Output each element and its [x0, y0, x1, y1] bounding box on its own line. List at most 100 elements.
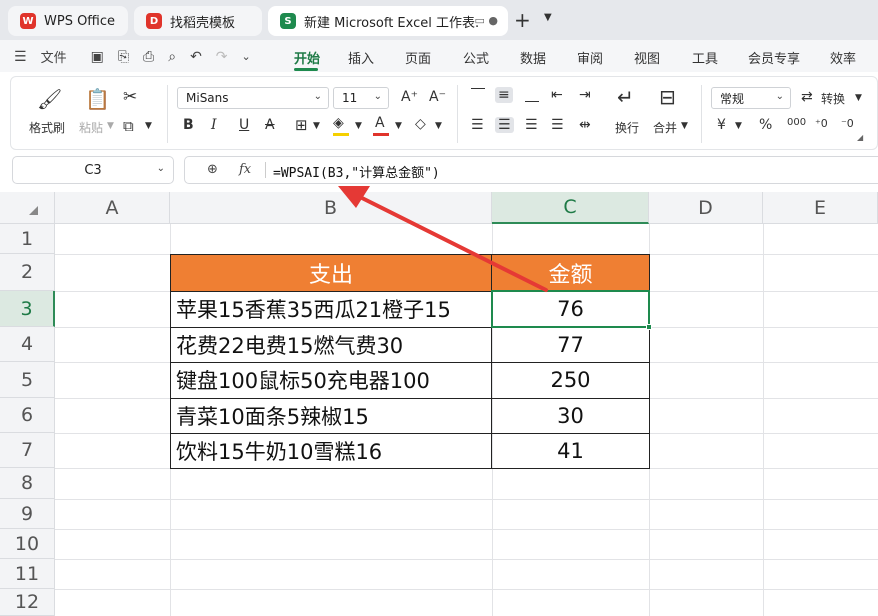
tab-wps-office[interactable]: W WPS Office	[8, 6, 128, 36]
fill-color-icon[interactable]: ◈	[333, 115, 349, 136]
menu-file[interactable]: 文件	[41, 47, 67, 66]
formula-bar[interactable]: ⊕ fx =WPSAI(B3,"计算总金额")	[184, 156, 878, 184]
table-cell[interactable]: 77	[492, 327, 649, 362]
paste-icon[interactable]: 📋	[85, 87, 110, 111]
row-header-8[interactable]: 8	[0, 468, 55, 499]
convert-label[interactable]: 转换	[821, 90, 845, 107]
align-middle-icon[interactable]: ≡	[495, 87, 513, 103]
new-tab-plus-icon[interactable]: +	[514, 8, 531, 32]
table-cell[interactable]: 键盘100鼠标50充电器100	[170, 362, 492, 398]
tab-tools[interactable]: 工具	[692, 48, 718, 67]
row-header-10[interactable]: 10	[0, 529, 55, 559]
underline-icon[interactable]: U	[239, 117, 249, 133]
tab-review[interactable]: 审阅	[577, 48, 603, 67]
font-color-icon[interactable]: A	[373, 115, 389, 136]
column-header-b[interactable]: B	[170, 192, 492, 224]
chevron-down-icon[interactable]: ▼	[107, 121, 114, 131]
align-bottom-icon[interactable]: ⎽	[525, 87, 539, 103]
column-header-e[interactable]: E	[763, 192, 878, 224]
cut-icon[interactable]: ✂	[123, 87, 137, 107]
thousands-separator-icon[interactable]: 000	[787, 117, 806, 128]
save-icon[interactable]: ▣	[91, 49, 104, 65]
tab-page[interactable]: 页面	[405, 48, 431, 67]
active-cell-selection[interactable]	[491, 290, 650, 328]
name-box[interactable]: C3 ⌄	[12, 156, 174, 184]
chevron-down-icon[interactable]: ▼	[145, 121, 152, 131]
tab-member[interactable]: 会员专享	[748, 48, 800, 67]
row-header-7[interactable]: 7	[0, 433, 55, 468]
row-header-9[interactable]: 9	[0, 499, 55, 529]
distribute-icon[interactable]: ⇹	[579, 117, 591, 133]
decrease-decimal-icon[interactable]: ⁻0	[841, 117, 854, 130]
increase-font-icon[interactable]: A⁺	[401, 89, 418, 105]
tab-data[interactable]: 数据	[520, 48, 546, 67]
paste-label[interactable]: 粘贴	[79, 119, 103, 136]
export-icon[interactable]: ⎘	[118, 49, 129, 65]
column-header-d[interactable]: D	[649, 192, 763, 224]
row-header-5[interactable]: 5	[0, 362, 55, 398]
decrease-font-icon[interactable]: A⁻	[429, 89, 446, 105]
wrap-text-icon[interactable]: ↵	[617, 85, 634, 109]
print-preview-icon[interactable]: ⌕	[168, 49, 176, 65]
font-size-select[interactable]: 11 ⌄	[333, 87, 389, 109]
font-name-select[interactable]: MiSans ⌄	[177, 87, 329, 109]
wrap-text-label[interactable]: 换行	[615, 119, 639, 136]
row-header-11[interactable]: 11	[0, 559, 55, 589]
table-cell[interactable]: 250	[492, 362, 649, 398]
align-left-icon[interactable]: ☰	[471, 117, 484, 133]
strikethrough-icon[interactable]: A	[265, 117, 275, 133]
table-cell[interactable]: 饮料15牛奶10雪糕16	[170, 433, 492, 468]
increase-decimal-icon[interactable]: ⁺0	[815, 117, 828, 130]
number-format-select[interactable]: 常规 ⌄	[711, 87, 791, 109]
chevron-down-icon[interactable]: ▼	[313, 121, 320, 131]
copy-icon[interactable]: ⧉	[123, 117, 134, 135]
hamburger-menu-icon[interactable]: ☰	[14, 49, 27, 65]
chevron-down-icon[interactable]: ▼	[544, 12, 552, 23]
table-header-cell[interactable]: 支出	[170, 254, 492, 291]
border-icon[interactable]: ⊞	[295, 116, 308, 134]
justify-icon[interactable]: ☰	[551, 117, 564, 133]
bold-icon[interactable]: B	[183, 117, 194, 133]
chevron-down-icon[interactable]: ▼	[395, 121, 402, 131]
tab-insert[interactable]: 插入	[348, 48, 374, 67]
table-cell[interactable]: 青菜10面条5辣椒15	[170, 398, 492, 433]
zoom-icon[interactable]: ⊕	[207, 162, 218, 177]
column-header-c[interactable]: C	[492, 192, 649, 224]
chevron-down-icon[interactable]: ⌄	[242, 50, 251, 63]
align-right-icon[interactable]: ☰	[525, 117, 538, 133]
row-header-3[interactable]: 3	[0, 291, 55, 327]
column-header-a[interactable]: A	[55, 192, 170, 224]
fill-handle[interactable]	[646, 324, 652, 330]
undo-icon[interactable]: ↶	[190, 49, 202, 65]
table-cell[interactable]: 30	[492, 398, 649, 433]
select-all-corner[interactable]	[0, 192, 55, 224]
currency-icon[interactable]: ¥	[717, 117, 726, 133]
tab-excel-workbook[interactable]: S 新建 Microsoft Excel 工作表. ▭ ●	[268, 6, 508, 36]
row-header-12[interactable]: 12	[0, 589, 55, 616]
table-cell[interactable]: 苹果15香蕉35西瓜21橙子15	[170, 291, 492, 327]
indent-decrease-icon[interactable]: ⇤	[551, 87, 563, 103]
expand-dialog-icon[interactable]: ◢	[857, 133, 863, 142]
chevron-down-icon[interactable]: ▼	[735, 121, 742, 131]
convert-icon[interactable]: ⇄	[801, 89, 813, 105]
tab-formula[interactable]: 公式	[463, 48, 489, 67]
function-icon[interactable]: fx	[239, 162, 251, 177]
format-painter-label[interactable]: 格式刷	[29, 119, 65, 136]
table-header-cell[interactable]: 金额	[492, 254, 649, 291]
redo-icon[interactable]: ↷	[216, 49, 228, 65]
row-header-1[interactable]: 1	[0, 224, 55, 254]
align-top-icon[interactable]: ⎺	[471, 87, 485, 103]
tab-home[interactable]: 开始	[294, 48, 320, 67]
indent-increase-icon[interactable]: ⇥	[579, 87, 591, 103]
row-header-6[interactable]: 6	[0, 398, 55, 433]
screen-dot-icon[interactable]: ▭ ●	[475, 14, 499, 27]
merge-cells-label[interactable]: 合并	[653, 119, 677, 136]
italic-icon[interactable]: I	[211, 117, 217, 133]
table-cell[interactable]: 41	[492, 433, 649, 468]
align-center-icon[interactable]: ☰	[495, 117, 514, 133]
chevron-down-icon[interactable]: ▼	[855, 93, 862, 103]
formula-input[interactable]: =WPSAI(B3,"计算总金额")	[273, 162, 440, 181]
chevron-down-icon[interactable]: ⌄	[157, 163, 165, 174]
tab-docer-templates[interactable]: D 找稻壳模板	[134, 6, 262, 36]
row-header-2[interactable]: 2	[0, 254, 55, 291]
